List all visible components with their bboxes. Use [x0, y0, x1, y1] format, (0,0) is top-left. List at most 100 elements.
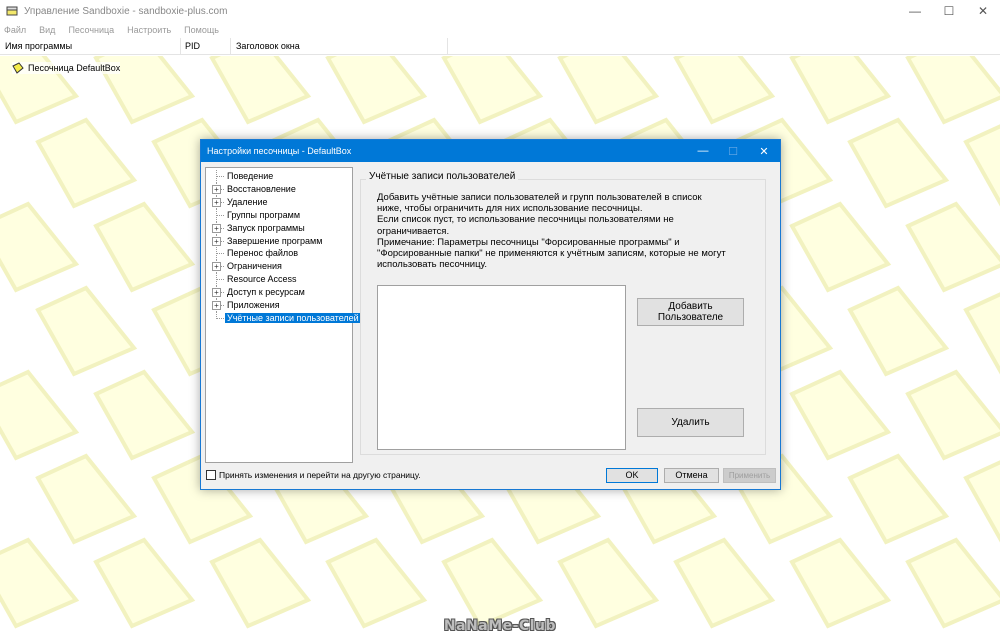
tree-item-label: Доступ к ресурсам [227, 287, 305, 298]
tree-item-label: Учётные записи пользователей [225, 312, 361, 323]
sandbox-defaultbox-row[interactable]: Песочница DefaultBox [12, 62, 121, 74]
tree-item-label: Восстановление [227, 183, 296, 194]
column-separator[interactable] [180, 38, 181, 55]
add-user-button-line: Пользователе [657, 312, 724, 323]
tree-item[interactable]: + Запуск программы [206, 221, 352, 235]
pattern-shape [35, 285, 138, 377]
column-pid[interactable]: PID [185, 41, 200, 51]
dialog-close-icon[interactable]: ✕ [749, 140, 779, 162]
pattern-shape [963, 292, 1000, 375]
pattern-shape [963, 124, 1000, 207]
tree-item-label: Удаление [227, 196, 268, 207]
delete-user-button[interactable]: Удалить [637, 408, 744, 437]
sandbox-label: Песочница DefaultBox [28, 63, 121, 73]
tree-item-label: Завершение программ [227, 235, 323, 246]
pattern-shape [441, 537, 544, 629]
pattern-shape [209, 537, 312, 629]
pattern-shape [789, 56, 892, 125]
menu-file[interactable]: Файл [4, 25, 26, 35]
apply-on-page-change-checkbox[interactable] [206, 470, 216, 480]
tree-item[interactable]: Группы программ [206, 208, 352, 222]
dialog-minimize-icon[interactable]: — [688, 140, 718, 162]
close-button[interactable]: ✕ [966, 0, 1000, 22]
pattern-shape [35, 453, 138, 545]
cancel-button[interactable]: Отмена [664, 468, 719, 483]
tree-connector [216, 279, 224, 281]
tree-item[interactable]: + Удаление [206, 195, 352, 209]
pattern-shape [789, 369, 892, 461]
pattern-shape [209, 56, 312, 125]
apply-on-page-change-checkbox-row[interactable]: Принять изменения и перейти на другую ст… [206, 470, 421, 480]
tree-item[interactable]: Поведение [206, 170, 352, 183]
tree-item[interactable]: Учётные записи пользователей [206, 311, 361, 325]
tree-item-label: Перенос файлов [227, 248, 299, 259]
tree-item-label: Приложения [227, 300, 280, 310]
expand-icon[interactable]: + [212, 288, 221, 298]
menu-help[interactable]: Помощь [184, 25, 219, 35]
description-line: ниже, чтобы ограничить для них использов… [377, 203, 643, 215]
expand-icon[interactable]: + [212, 184, 221, 194]
expand-icon[interactable]: + [212, 301, 221, 310]
ok-button[interactable]: OK [606, 468, 658, 483]
pattern-shape [847, 285, 950, 377]
tree-item-label: Поведение [227, 171, 274, 181]
menu-sandbox[interactable]: Песочница [68, 25, 114, 35]
tree-item[interactable]: + Восстановление [206, 182, 352, 196]
main-titlebar: Управление Sandboxie - sandboxie-plus.co… [0, 0, 1000, 22]
main-window-title: Управление Sandboxie - sandboxie-plus.co… [24, 6, 228, 17]
expand-icon[interactable]: + [212, 262, 221, 272]
groupbox-title: Учётные записи пользователей [366, 171, 519, 182]
description-line: Примечание: Параметры песочницы "Форсиро… [377, 236, 680, 248]
column-window-title[interactable]: Заголовок окна [236, 41, 300, 51]
expand-icon[interactable]: + [212, 223, 221, 233]
column-separator[interactable] [447, 38, 448, 55]
pattern-shape [325, 537, 428, 629]
expand-icon[interactable]: + [212, 236, 221, 246]
settings-tree[interactable]: Поведение + Восстановление + Удаление Группы … [205, 167, 361, 463]
tree-connector [216, 214, 224, 216]
menu-view[interactable]: Вид [39, 25, 55, 35]
pattern-shape [93, 537, 196, 629]
pattern-shape [93, 369, 196, 461]
pattern-shape [557, 537, 660, 629]
pattern-shape [905, 537, 1000, 629]
apply-button: Применить [723, 468, 776, 483]
pattern-shape [441, 56, 544, 125]
column-program-name[interactable]: Имя программы [5, 41, 72, 51]
user-accounts-list[interactable] [377, 285, 626, 450]
apply-on-page-change-label[interactable]: Принять изменения и перейти на другую ст… [219, 470, 421, 480]
add-user-button-line: Добавить [668, 301, 713, 312]
pattern-shape [35, 117, 138, 209]
description-line: Если список пуст, то использование песоч… [377, 214, 674, 226]
tree-item[interactable]: + Ограничения [206, 260, 352, 274]
expand-icon[interactable]: + [212, 197, 221, 207]
add-user-button[interactable]: Добавить Пользователе [637, 298, 744, 326]
pattern-shape [673, 537, 776, 629]
minimize-button[interactable]: — [898, 0, 932, 22]
sandbox-settings-dialog: Настройки песочницы - DefaultBox — ☐ ✕ П… [200, 139, 781, 490]
column-separator[interactable] [230, 38, 231, 55]
description-line: "Форсированные папки" не применяются к у… [377, 248, 726, 260]
pattern-shape [963, 460, 1000, 543]
tree-item-label: Группы программ [227, 209, 301, 220]
tree-item[interactable]: + Завершение программ [206, 234, 352, 248]
dialog-maximize-icon: ☐ [728, 145, 738, 158]
maximize-button[interactable]: ☐ [932, 0, 966, 22]
tree-item[interactable]: Перенос файлов [206, 247, 352, 261]
tree-item[interactable]: + Доступ к ресурсам [206, 286, 352, 300]
pattern-shape [0, 537, 80, 629]
tree-item-label: Ограничения [227, 261, 282, 272]
pattern-shape [0, 201, 80, 293]
pattern-shape [905, 56, 1000, 125]
menu-configure[interactable]: Настроить [127, 25, 171, 35]
description-line: использовать песочницу. [377, 259, 487, 271]
pattern-shape [0, 369, 80, 461]
pattern-shape [847, 117, 950, 209]
pattern-shape [789, 537, 892, 629]
tree-connector [216, 317, 224, 319]
pattern-shape [789, 201, 892, 293]
sandbox-icon [12, 62, 24, 74]
tree-item[interactable]: + Приложения [206, 299, 352, 312]
pattern-shape [673, 56, 776, 125]
tree-item[interactable]: Resource Access [206, 273, 352, 287]
